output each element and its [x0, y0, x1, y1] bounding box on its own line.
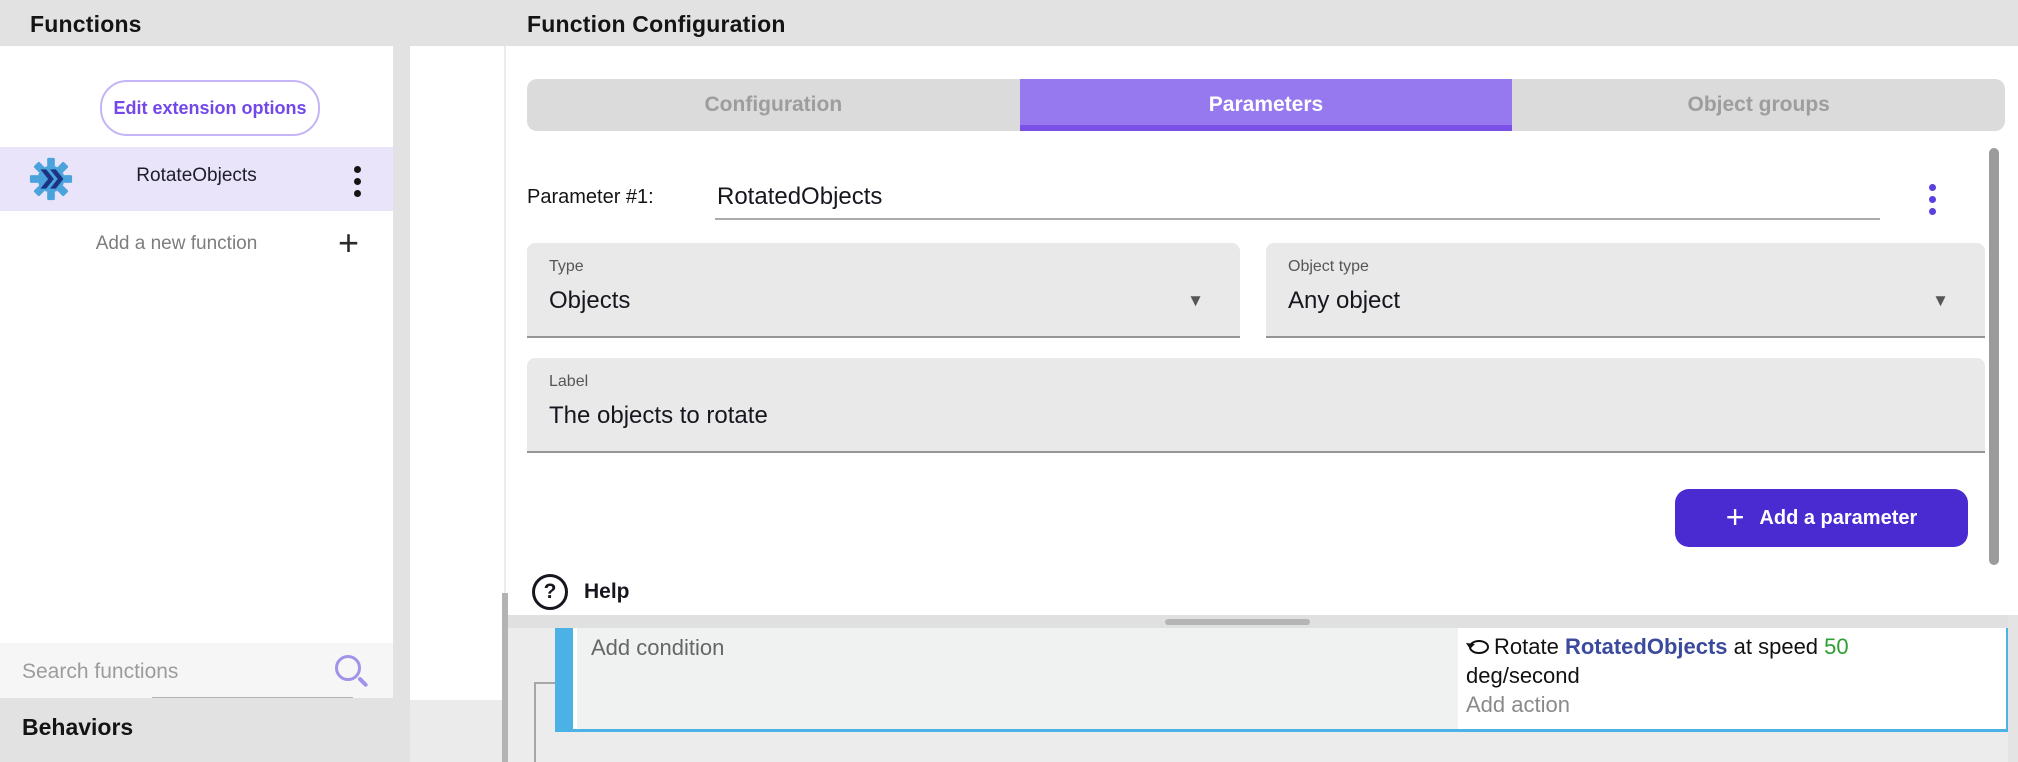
- parameter-number-label: Parameter #1:: [527, 186, 654, 209]
- events-right-gutter: [2008, 615, 2018, 762]
- search-functions-input[interactable]: [20, 651, 324, 693]
- plus-icon: +: [1726, 501, 1745, 533]
- action-speed-value: 50: [1824, 632, 1848, 661]
- panel-drag-handle[interactable]: [1165, 619, 1310, 625]
- label-field-label: Label: [549, 373, 588, 391]
- functions-sidebar: Edit extension options: [0, 46, 393, 762]
- chevron-down-icon[interactable]: ▼: [1187, 291, 1204, 311]
- app-window: Functions Function Configuration Edit ex…: [0, 0, 2018, 762]
- help-label: Help: [584, 580, 630, 604]
- tab-configuration[interactable]: Configuration: [527, 79, 1020, 131]
- conditions-column[interactable]: Add condition: [577, 628, 1458, 729]
- rotate-action-icon: [1466, 637, 1492, 657]
- type-select[interactable]: Type Objects ▼: [527, 243, 1240, 338]
- type-select-value: Objects: [549, 287, 630, 315]
- action-text-middle: at speed: [1728, 632, 1825, 661]
- object-type-select-label: Object type: [1288, 258, 1369, 276]
- main-scrollbar-thumb[interactable]: [1989, 148, 1999, 565]
- search-icon[interactable]: [335, 655, 361, 681]
- action-object-name: RotatedObjects: [1565, 632, 1728, 661]
- question-mark-icon: ?: [532, 574, 568, 610]
- parameter-name-underline: [715, 218, 1880, 220]
- chevron-down-icon[interactable]: ▼: [1932, 291, 1949, 311]
- search-functions-bar: [0, 643, 393, 698]
- function-list-item-rotateobjects[interactable]: RotateObjects: [0, 147, 393, 211]
- behaviors-section-header[interactable]: Behaviors: [0, 698, 410, 762]
- function-configuration-title: Function Configuration: [527, 11, 786, 38]
- object-type-select[interactable]: Object type Any object ▼: [1266, 243, 1985, 338]
- action-text-suffix: deg/second: [1466, 661, 2006, 690]
- edit-extension-options-button[interactable]: Edit extension options: [100, 80, 320, 136]
- function-item-label: RotateObjects: [0, 165, 393, 187]
- event-row[interactable]: Add condition Rotate RotatedObjects at s…: [555, 628, 2008, 732]
- label-field-value: The objects to rotate: [549, 402, 768, 430]
- behaviors-title: Behaviors: [22, 714, 133, 741]
- subevent-indent-line: [534, 682, 536, 762]
- add-function-plus-icon[interactable]: +: [338, 222, 359, 264]
- event-selection-bar[interactable]: [555, 628, 573, 729]
- add-parameter-label: Add a parameter: [1759, 507, 1917, 530]
- add-function-row[interactable]: Add a new function +: [0, 218, 393, 276]
- action-text-prefix: Rotate: [1494, 632, 1565, 661]
- actions-column[interactable]: Rotate RotatedObjects at speed 50 deg/se…: [1458, 628, 2006, 729]
- tab-object-groups[interactable]: Object groups: [1512, 79, 2005, 131]
- action-row[interactable]: Rotate RotatedObjects at speed 50: [1466, 632, 2006, 661]
- events-editor-panel: Add condition Rotate RotatedObjects at s…: [508, 615, 2018, 762]
- pane-divider: [393, 46, 410, 762]
- top-header-band: [0, 0, 2018, 46]
- functions-pane-title: Functions: [30, 11, 142, 38]
- events-gutter: [410, 700, 504, 762]
- parameter-name-input[interactable]: [715, 176, 1879, 218]
- object-type-select-value: Any object: [1288, 287, 1400, 315]
- add-parameter-button[interactable]: + Add a parameter: [1675, 489, 1968, 547]
- function-item-menu-icon[interactable]: [352, 164, 363, 199]
- help-button[interactable]: ? Help: [532, 574, 630, 610]
- add-condition-link[interactable]: Add condition: [591, 635, 1458, 661]
- add-action-link[interactable]: Add action: [1466, 690, 2006, 719]
- type-select-label: Type: [549, 258, 584, 276]
- subevent-indent-line: [534, 682, 556, 684]
- tab-parameters[interactable]: Parameters: [1020, 79, 1513, 131]
- label-text-field[interactable]: Label The objects to rotate: [527, 358, 1985, 453]
- function-config-tabbar: Configuration Parameters Object groups: [527, 79, 2005, 131]
- add-function-label: Add a new function: [0, 233, 353, 255]
- parameter-menu-icon[interactable]: [1927, 182, 1938, 217]
